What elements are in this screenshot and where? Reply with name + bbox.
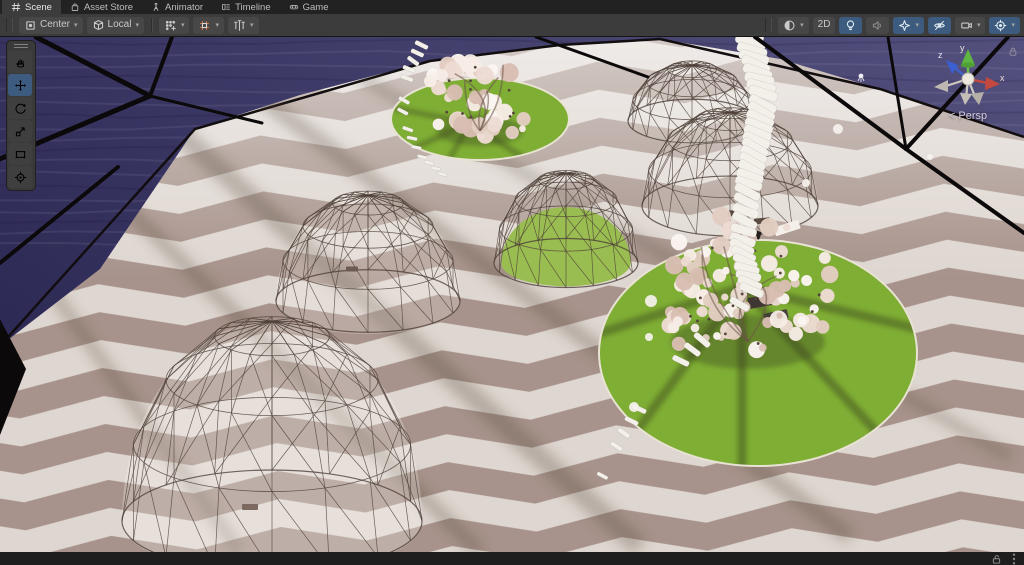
scale-tool[interactable] <box>8 120 32 142</box>
projection-mode-label[interactable]: < Persp <box>924 110 1012 122</box>
view-toggle-group: ▾ 2D ▾ ▾ ▾ <box>778 16 1020 34</box>
rotate-tool[interactable] <box>8 97 32 119</box>
pivot-mode-label: Center <box>40 19 71 30</box>
timeline-icon <box>221 2 231 12</box>
kebab-icon[interactable] <box>1012 553 1016 565</box>
toolbar-grip[interactable] <box>6 18 13 32</box>
unlock-icon[interactable] <box>991 553 1002 565</box>
rect-tool[interactable] <box>8 143 32 165</box>
bag-icon <box>70 2 80 12</box>
axis-z-cone[interactable] <box>946 60 958 74</box>
gizmo-orbit-icon <box>994 19 1007 32</box>
grid-icon <box>11 2 21 12</box>
camera-icon <box>960 19 973 32</box>
rect-icon <box>14 148 27 161</box>
lighting-toggle-button[interactable] <box>839 16 863 34</box>
transform-icon <box>14 171 27 184</box>
axis-gizmo[interactable]: y x z <box>926 41 1010 107</box>
axis-x-cone[interactable] <box>985 77 1000 90</box>
bottom-bar <box>0 552 1024 565</box>
scene-toolbar: Center ▾ Local ▾ ▾ ▾ ▾ ▾ 2D ▾ ▾ ▾ <box>0 14 1024 37</box>
axis-x-label: x <box>1000 73 1005 83</box>
axis-neg-x-cone[interactable] <box>934 80 948 92</box>
pivot-orientation-label: Local <box>107 19 132 30</box>
pivot-mode-button[interactable]: Center ▾ <box>19 16 83 34</box>
tab-timeline[interactable]: Timeline <box>212 0 280 14</box>
tab-game[interactable]: Game <box>280 0 338 14</box>
chevron-down-icon: ▾ <box>800 21 804 29</box>
chevron-down-icon: ▾ <box>1011 21 1015 29</box>
camera-menu-button[interactable]: ▾ <box>954 16 986 34</box>
animator-icon <box>151 2 161 12</box>
pivot-orientation-button[interactable]: Local ▾ <box>86 16 144 34</box>
pivot-icon <box>24 19 37 32</box>
axis-neg-y-cone[interactable] <box>960 93 972 105</box>
gizmos-menu-button[interactable]: ▾ <box>989 16 1020 34</box>
draw-mode-button[interactable]: ▾ <box>778 16 809 34</box>
axis-y-label: y <box>960 43 965 53</box>
grid-snap-button[interactable]: ▾ <box>158 16 190 34</box>
chevron-down-icon: ▾ <box>215 21 219 29</box>
tools-overlay <box>6 40 36 191</box>
snap-settings-button[interactable]: ▾ <box>227 16 259 34</box>
toolbar-grip[interactable] <box>765 18 773 32</box>
tab-bar: Scene Asset Store Animator Timeline Game <box>0 0 1024 14</box>
cube-icon <box>92 19 105 32</box>
chevron-down-icon: ▾ <box>915 21 919 29</box>
snap-settings-icon <box>233 19 246 32</box>
scene-viewport[interactable]: y x z < Persp <box>0 37 1024 552</box>
chevron-down-icon: ▾ <box>976 21 981 29</box>
snap-grid-icon <box>164 19 177 32</box>
scale-icon <box>14 125 27 138</box>
tab-scene[interactable]: Scene <box>2 0 61 14</box>
snap-button-group: ▾ ▾ ▾ <box>158 16 259 34</box>
effects-toggle-button[interactable]: ▾ <box>893 16 924 34</box>
eye-slash-icon <box>933 19 946 32</box>
toolbar-separator <box>150 18 152 32</box>
snap-increment-icon <box>198 19 211 32</box>
effects-icon <box>898 19 911 32</box>
hand-icon <box>14 56 27 69</box>
tools-overlay-grip[interactable] <box>8 42 34 50</box>
move-tool[interactable] <box>8 74 32 96</box>
transform-tool[interactable] <box>8 166 32 188</box>
chevron-down-icon: ▾ <box>135 21 139 29</box>
speaker-icon <box>871 19 884 32</box>
unity-editor-window: Scene Asset Store Animator Timeline Game Cen… <box>0 0 1024 565</box>
view-tool[interactable] <box>8 51 32 73</box>
scene-render[interactable] <box>0 37 1024 552</box>
move-icon <box>14 79 27 92</box>
chevron-down-icon: ▾ <box>74 21 78 29</box>
chevron-down-icon: ▾ <box>249 21 254 29</box>
chevron-down-icon: ▾ <box>180 21 185 29</box>
audio-toggle-button[interactable] <box>866 16 890 34</box>
lightbulb-icon <box>844 19 857 32</box>
axis-neg-z-cone[interactable] <box>971 92 984 105</box>
visibility-toggle-button[interactable] <box>927 16 951 34</box>
axis-z-label: z <box>938 50 943 60</box>
increment-snap-button[interactable]: ▾ <box>193 16 224 34</box>
rotate-icon <box>14 102 27 115</box>
tab-animator[interactable]: Animator <box>142 0 212 14</box>
orientation-gizmo[interactable]: y x z < Persp <box>924 41 1012 122</box>
game-icon <box>289 2 299 12</box>
lock-icon[interactable] <box>1008 44 1018 62</box>
2d-toggle-button[interactable]: 2D <box>812 16 836 34</box>
shading-sphere-icon <box>783 19 796 32</box>
tab-asset-store[interactable]: Asset Store <box>61 0 142 14</box>
